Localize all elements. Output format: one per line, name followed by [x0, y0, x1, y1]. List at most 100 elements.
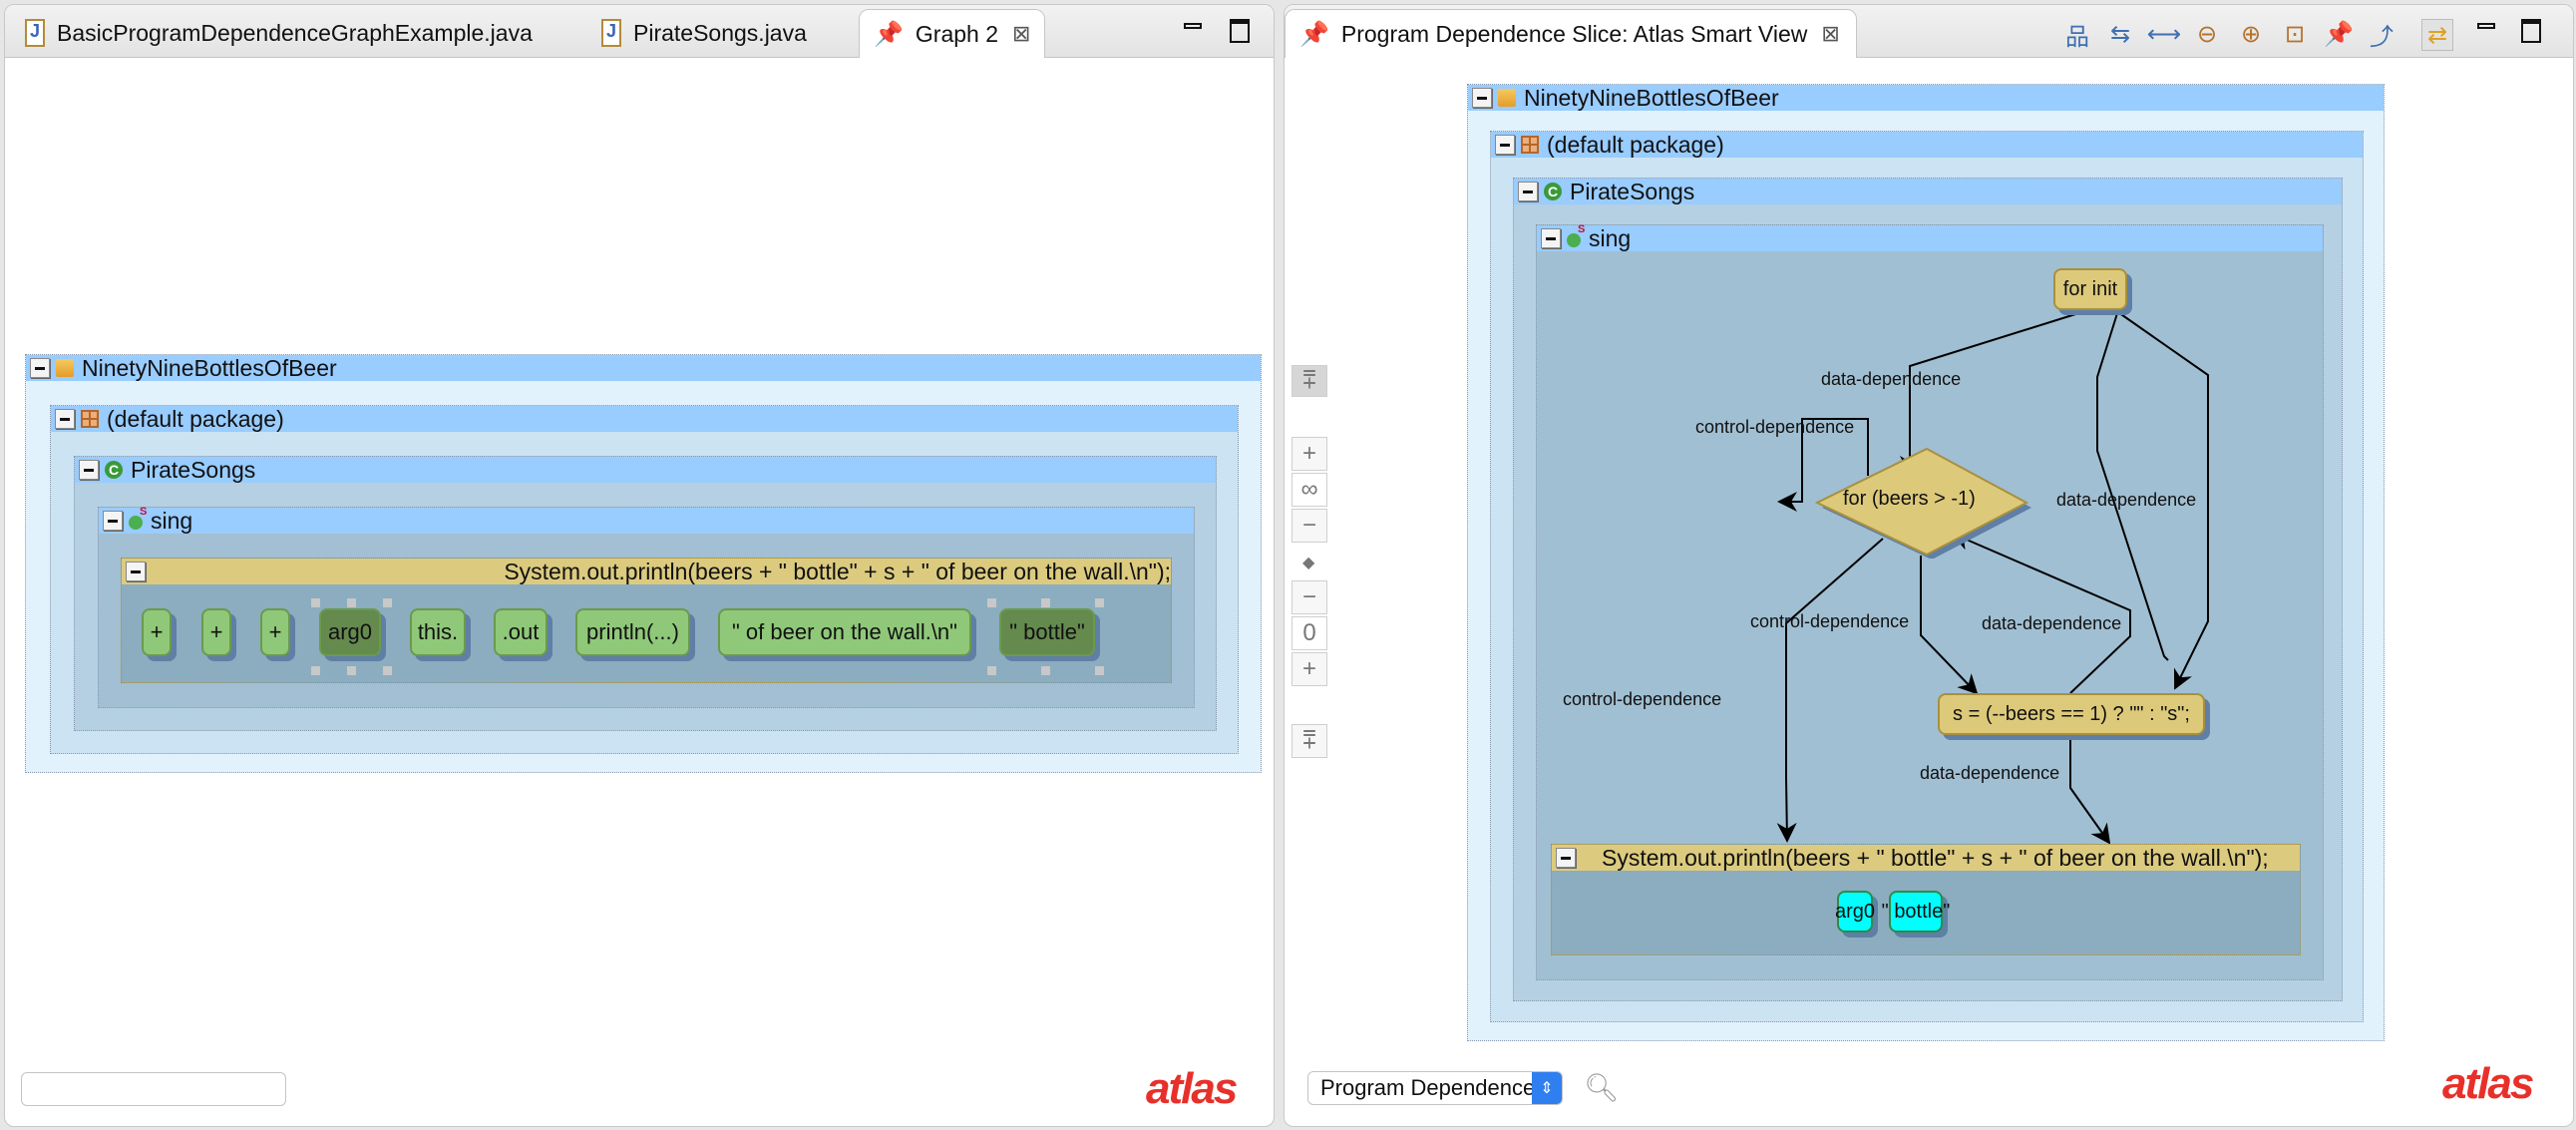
reverse-depth-decrease-button[interactable]: − — [1291, 580, 1327, 614]
edge-label: data-dependence — [1920, 763, 2060, 783]
collapse-button[interactable] — [30, 358, 50, 378]
package-container[interactable]: (default package) C PirateSongs sing — [50, 405, 1239, 754]
collapse-button[interactable] — [55, 409, 75, 429]
close-tab-icon[interactable]: ⊠ — [1012, 21, 1030, 47]
tab-program-dependence-slice[interactable]: 📌 Program Dependence Slice: Atlas Smart … — [1285, 9, 1857, 58]
reverse-depth-increase-button[interactable]: + — [1291, 652, 1327, 686]
method-header: sing — [99, 506, 1194, 534]
selection-handle[interactable] — [1041, 666, 1050, 675]
package-header: (default package) — [1491, 132, 2363, 158]
selection-handle[interactable] — [383, 666, 392, 675]
package-header: (default package) — [51, 406, 1238, 432]
tab-basic-pdg-example[interactable]: BasicProgramDependenceGraphExample.java — [11, 9, 547, 57]
collapse-button[interactable] — [1472, 88, 1492, 108]
search-icon[interactable]: 🔍︎ — [1584, 1071, 1620, 1104]
selection-handle[interactable] — [347, 666, 356, 675]
tree-layout-icon[interactable]: 品 — [2062, 19, 2092, 51]
edge-label: data-dependence — [1821, 369, 1962, 389]
class-header: C PirateSongs — [75, 457, 1216, 483]
collapse-button[interactable] — [1556, 848, 1576, 868]
statement-header: System.out.println(beers + " bottle" + s… — [1552, 845, 2300, 871]
selection-handle[interactable] — [987, 666, 996, 675]
collapse-button[interactable] — [126, 562, 146, 581]
zoom-fit-icon[interactable]: ⊡ — [2280, 19, 2310, 49]
collapse-button[interactable] — [79, 460, 99, 480]
flow-layout-icon[interactable]: ⇆ — [2105, 19, 2135, 49]
edge-label: control-dependence — [1750, 611, 1910, 631]
selection-handle[interactable] — [311, 666, 320, 675]
selection-handle[interactable] — [1095, 598, 1104, 607]
package-icon — [81, 410, 99, 428]
edge-label: data-dependence — [2056, 490, 2197, 510]
graph-node[interactable]: this. — [410, 608, 466, 656]
collapse-button[interactable] — [1541, 228, 1561, 248]
edge-label: control-dependence — [1695, 417, 1855, 437]
class-icon: C — [105, 461, 123, 479]
selection-handle[interactable] — [1041, 598, 1050, 607]
minimize-button[interactable] — [1184, 23, 1202, 29]
selection-handle[interactable] — [347, 598, 356, 607]
edge-label: control-dependence — [1563, 689, 1722, 709]
link-arrows-icon[interactable]: ⇄ — [2421, 19, 2453, 51]
java-file-icon — [601, 19, 621, 47]
static-method-icon — [1567, 223, 1585, 247]
maximize-button[interactable] — [2521, 19, 2541, 43]
graph-node-bottle[interactable]: " bottle" — [1882, 891, 1950, 933]
export-icon[interactable]: ⤴ — [2367, 19, 2396, 51]
graph-node[interactable]: .out — [494, 608, 548, 656]
graph-node[interactable]: println(...) — [575, 608, 690, 656]
editor-tab-bar: BasicProgramDependenceGraphExample.java … — [5, 5, 1274, 58]
class-header: C PirateSongs — [1514, 179, 2342, 204]
project-header: NinetyNineBottlesOfBeer — [1468, 85, 2384, 111]
graph-node[interactable]: + — [142, 608, 172, 656]
tab-pirate-songs[interactable]: PirateSongs.java — [587, 9, 821, 57]
graph-search-input[interactable] — [21, 1072, 286, 1106]
java-file-icon — [25, 19, 45, 47]
statement-container[interactable]: System.out.println(beers + " bottle" + s… — [1551, 844, 2301, 955]
collapse-button[interactable] — [1518, 182, 1538, 201]
graph-node-for-init[interactable]: for init — [2053, 268, 2127, 310]
minimize-button[interactable] — [2477, 23, 2495, 29]
depth-separator-dot: ◆ — [1302, 555, 1315, 571]
graph-node[interactable]: + — [201, 608, 231, 656]
forward-depth-increase-button[interactable]: + — [1291, 437, 1327, 471]
edge-label: data-dependence — [1982, 613, 2122, 633]
fit-width-icon[interactable]: ⟷ — [2147, 19, 2181, 49]
package-icon — [1521, 136, 1539, 154]
atlas-logo: atlas — [2442, 1059, 2534, 1108]
method-container[interactable]: sing System.out.println(beers + " bottle… — [98, 506, 1195, 708]
for-condition-label: for (beers > -1) — [1843, 488, 1976, 510]
graph-node-arg0[interactable]: arg0 — [1835, 891, 1875, 933]
pin-icon[interactable]: 📌 — [2324, 19, 2354, 49]
pin-icon: 📌 — [1299, 20, 1329, 48]
tab-graph-2[interactable]: 📌 Graph 2 ⊠ — [859, 9, 1046, 58]
atlas-logo: atlas — [1146, 1064, 1238, 1113]
selection-handle[interactable] — [1095, 666, 1104, 675]
collapse-button[interactable] — [1495, 135, 1515, 155]
select-chevron-icon: ⇕ — [1532, 1072, 1562, 1104]
maximize-button[interactable] — [1230, 19, 1250, 43]
scroll-to-bottom-button[interactable]: ⩱ — [1291, 724, 1327, 758]
zoom-out-icon[interactable]: ⊖ — [2192, 19, 2222, 49]
selection-handle[interactable] — [383, 598, 392, 607]
scroll-to-top-button[interactable]: ⩱ — [1291, 365, 1327, 397]
close-tab-icon[interactable]: ⊠ — [1821, 21, 1839, 47]
project-container[interactable]: NinetyNineBottlesOfBeer (default package… — [25, 354, 1262, 773]
class-container[interactable]: C PirateSongs sing System.out.println(be… — [74, 456, 1217, 731]
graph-node[interactable]: " of beer on the wall.\n" — [718, 608, 971, 656]
graph-node[interactable]: + — [260, 608, 290, 656]
graph-node-selected[interactable]: " bottle" — [999, 608, 1095, 656]
collapse-button[interactable] — [103, 511, 123, 531]
forward-depth-decrease-button[interactable]: − — [1291, 509, 1327, 543]
class-icon: C — [1544, 183, 1562, 200]
graph-node-selected[interactable]: arg0 — [319, 608, 381, 656]
static-method-icon — [129, 506, 147, 530]
statement-container[interactable]: System.out.println(beers + " bottle" + s… — [121, 558, 1172, 683]
selection-handle[interactable] — [987, 598, 996, 607]
zoom-in-icon[interactable]: ⊕ — [2236, 19, 2266, 49]
reverse-depth-value[interactable]: 0 — [1291, 616, 1327, 650]
analysis-select[interactable]: Program Dependence ⇕ — [1307, 1071, 1563, 1105]
selection-handle[interactable] — [311, 598, 320, 607]
graph-node-assign-s[interactable]: s = (--beers == 1) ? "" : "s"; — [1938, 693, 2205, 735]
forward-depth-value[interactable]: ∞ — [1291, 473, 1327, 507]
